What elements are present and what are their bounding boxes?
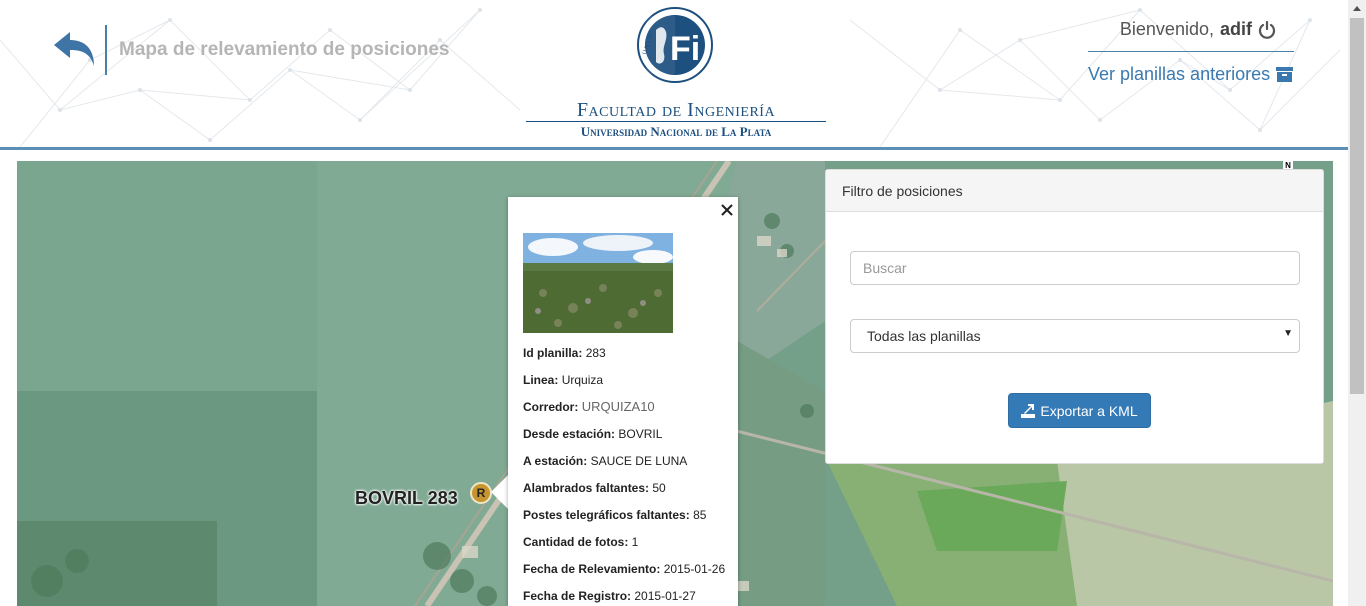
power-icon[interactable] bbox=[1258, 20, 1276, 39]
close-icon[interactable] bbox=[719, 202, 735, 218]
user-divider bbox=[1088, 51, 1294, 52]
map-marker[interactable]: R bbox=[470, 482, 492, 504]
filter-title: Filtro de posiciones bbox=[842, 183, 963, 199]
info-cantidad-fotos: Cantidad de fotos: 1 bbox=[523, 535, 639, 549]
back-arrow-icon[interactable] bbox=[52, 28, 98, 68]
popup-pointer bbox=[491, 474, 509, 510]
username: adif bbox=[1219, 19, 1252, 39]
university-name: Universidad Nacional de La Plata bbox=[580, 124, 772, 139]
info-alambrados: Alambrados faltantes: 50 bbox=[523, 481, 666, 495]
info-fecha-registro: Fecha de Registro: 2015-01-27 bbox=[523, 589, 696, 603]
previous-sheets-link[interactable]: Ver planillas anteriores bbox=[1088, 64, 1294, 85]
page-scrollbar[interactable] bbox=[1348, 0, 1366, 606]
corredor-link[interactable]: URQUIZA10 bbox=[582, 399, 655, 414]
faculty-divider bbox=[526, 121, 826, 122]
survey-photo[interactable] bbox=[523, 233, 673, 333]
archive-icon bbox=[1276, 67, 1294, 82]
marker-label: BOVRIL 283 bbox=[355, 488, 458, 508]
info-popup: Id planilla: 283 Linea: Urquiza Corredor… bbox=[508, 197, 738, 606]
faculty-name: Facultad de Ingeniería bbox=[576, 99, 776, 121]
filter-panel-header: Filtro de posiciones bbox=[826, 170, 1323, 212]
welcome-message: Bienvenido, adif bbox=[1120, 19, 1276, 40]
info-a-estacion: A estación: SAUCE DE LUNA bbox=[523, 454, 688, 468]
svg-text:Fi: Fi bbox=[670, 30, 700, 68]
welcome-prefix: Bienvenido, bbox=[1119, 19, 1214, 39]
info-id-planilla: Id planilla: 283 bbox=[523, 346, 606, 360]
scroll-up-arrow-icon[interactable] bbox=[1348, 0, 1366, 17]
title-separator bbox=[105, 25, 107, 75]
header: Mapa de relevamiento de posiciones Fi U.… bbox=[0, 0, 1348, 147]
page-title: Mapa de relevamiento de posiciones bbox=[119, 39, 450, 60]
export-kml-button[interactable]: Exportar a KML bbox=[1008, 393, 1151, 428]
info-linea: Linea: Urquiza bbox=[523, 373, 604, 387]
search-input[interactable] bbox=[850, 251, 1300, 285]
info-fecha-relevamiento: Fecha de Relevamiento: 2015-01-26 bbox=[523, 562, 726, 576]
faculty-logo: Fi U.N.L.P. bbox=[637, 7, 713, 83]
header-border bbox=[0, 147, 1348, 150]
sheets-select-value: Todas las planillas bbox=[867, 328, 981, 344]
sheets-select[interactable]: Todas las planillas ▼ bbox=[850, 319, 1300, 353]
previous-sheets-label: Ver planillas anteriores bbox=[1088, 64, 1271, 84]
info-desde-estacion: Desde estación: BOVRIL bbox=[523, 427, 663, 441]
info-corredor: Corredor: URQUIZA10 bbox=[523, 399, 655, 414]
chevron-down-icon: ▼ bbox=[1283, 328, 1293, 339]
info-postes: Postes telegráficos faltantes: 85 bbox=[523, 508, 707, 522]
export-icon bbox=[1021, 403, 1036, 418]
export-kml-label: Exportar a KML bbox=[1040, 402, 1138, 419]
filter-panel: Filtro de posiciones Todas las planillas… bbox=[825, 169, 1324, 464]
scrollbar-thumb[interactable] bbox=[1350, 18, 1364, 394]
